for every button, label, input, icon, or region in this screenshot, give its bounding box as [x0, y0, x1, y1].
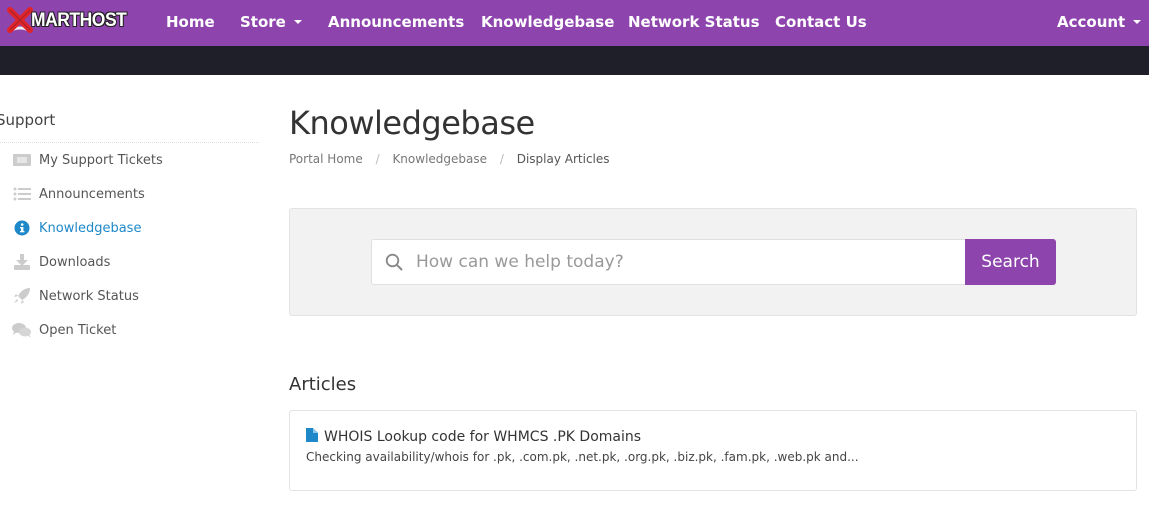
- sidebar-item-my-support-tickets[interactable]: My Support Tickets: [12, 150, 163, 170]
- caret-down-icon: [1133, 19, 1142, 24]
- info-circle-icon: [12, 220, 32, 236]
- article-title: WHOIS Lookup code for WHMCS .PK Domains: [324, 429, 642, 445]
- file-icon: [306, 428, 318, 446]
- sidebar-item-knowledgebase[interactable]: Knowledgebase: [12, 218, 141, 238]
- comments-icon: [12, 322, 32, 338]
- breadcrumb-knowledgebase[interactable]: Knowledgebase: [392, 152, 487, 166]
- sidebar-item-downloads[interactable]: Downloads: [12, 252, 110, 272]
- nav-knowledgebase-label: Knowledgebase: [481, 13, 615, 31]
- caret-down-icon: [293, 19, 302, 24]
- rocket-icon: [12, 288, 32, 304]
- search-field[interactable]: [371, 239, 967, 285]
- nav-store[interactable]: Store: [240, 0, 302, 46]
- breadcrumb-current: Display Articles: [516, 152, 610, 166]
- nav-knowledgebase[interactable]: Knowledgebase: [481, 0, 614, 46]
- nav-home-label: Home: [166, 13, 215, 31]
- search-input[interactable]: [416, 240, 956, 284]
- nav-home[interactable]: Home: [166, 0, 215, 46]
- sidebar-item-announcements[interactable]: Announcements: [12, 184, 145, 204]
- header-strip: [0, 46, 1149, 75]
- articles-heading: Articles: [289, 374, 357, 395]
- sidebar-item-label: Open Ticket: [39, 322, 117, 338]
- brand-logo[interactable]: MARTHOST: [6, 6, 135, 36]
- nav-contact-us-label: Contact Us: [775, 13, 867, 31]
- search-button[interactable]: Search: [965, 239, 1056, 285]
- nav-network-status[interactable]: Network Status: [628, 0, 760, 46]
- nav-account-label: Account: [1057, 13, 1126, 31]
- sidebar-divider: [0, 142, 259, 143]
- page-title: Knowledgebase: [289, 104, 535, 142]
- article-list-item: WHOIS Lookup code for WHMCS .PK Domains …: [289, 410, 1137, 491]
- list-icon: [12, 186, 32, 202]
- sidebar-item-label: Downloads: [39, 254, 111, 270]
- logo-x-icon: [6, 7, 34, 35]
- search-icon: [385, 253, 403, 275]
- article-excerpt: Checking availability/whois for .pk, .co…: [306, 450, 859, 464]
- kb-search-panel: Search: [289, 208, 1137, 316]
- nav-store-label: Store: [240, 13, 286, 31]
- breadcrumb-portal-home[interactable]: Portal Home: [289, 152, 363, 166]
- nav-announcements[interactable]: Announcements: [328, 0, 464, 46]
- sidebar-item-label: Network Status: [39, 288, 139, 304]
- breadcrumb: Portal Home / Knowledgebase / Display Ar…: [289, 152, 610, 166]
- ticket-icon: [12, 152, 32, 168]
- nav-announcements-label: Announcements: [328, 13, 465, 31]
- nav-contact-us[interactable]: Contact Us: [775, 0, 867, 46]
- article-link[interactable]: WHOIS Lookup code for WHMCS .PK Domains: [306, 428, 641, 446]
- download-icon: [12, 254, 32, 270]
- nav-network-status-label: Network Status: [628, 13, 760, 31]
- brand-name: MARTHOST: [31, 10, 127, 31]
- breadcrumb-separator: /: [499, 152, 504, 166]
- sidebar-item-open-ticket[interactable]: Open Ticket: [12, 320, 116, 340]
- sidebar-item-label: My Support Tickets: [39, 152, 163, 168]
- sidebar-title: Support: [0, 111, 56, 129]
- sidebar-item-label: Knowledgebase: [39, 220, 142, 236]
- nav-account[interactable]: Account: [1057, 0, 1142, 46]
- top-navbar: MARTHOST Home Store Announcements Knowle…: [0, 0, 1149, 46]
- sidebar-item-network-status[interactable]: Network Status: [12, 286, 139, 306]
- sidebar-item-label: Announcements: [39, 186, 145, 202]
- breadcrumb-separator: /: [375, 152, 380, 166]
